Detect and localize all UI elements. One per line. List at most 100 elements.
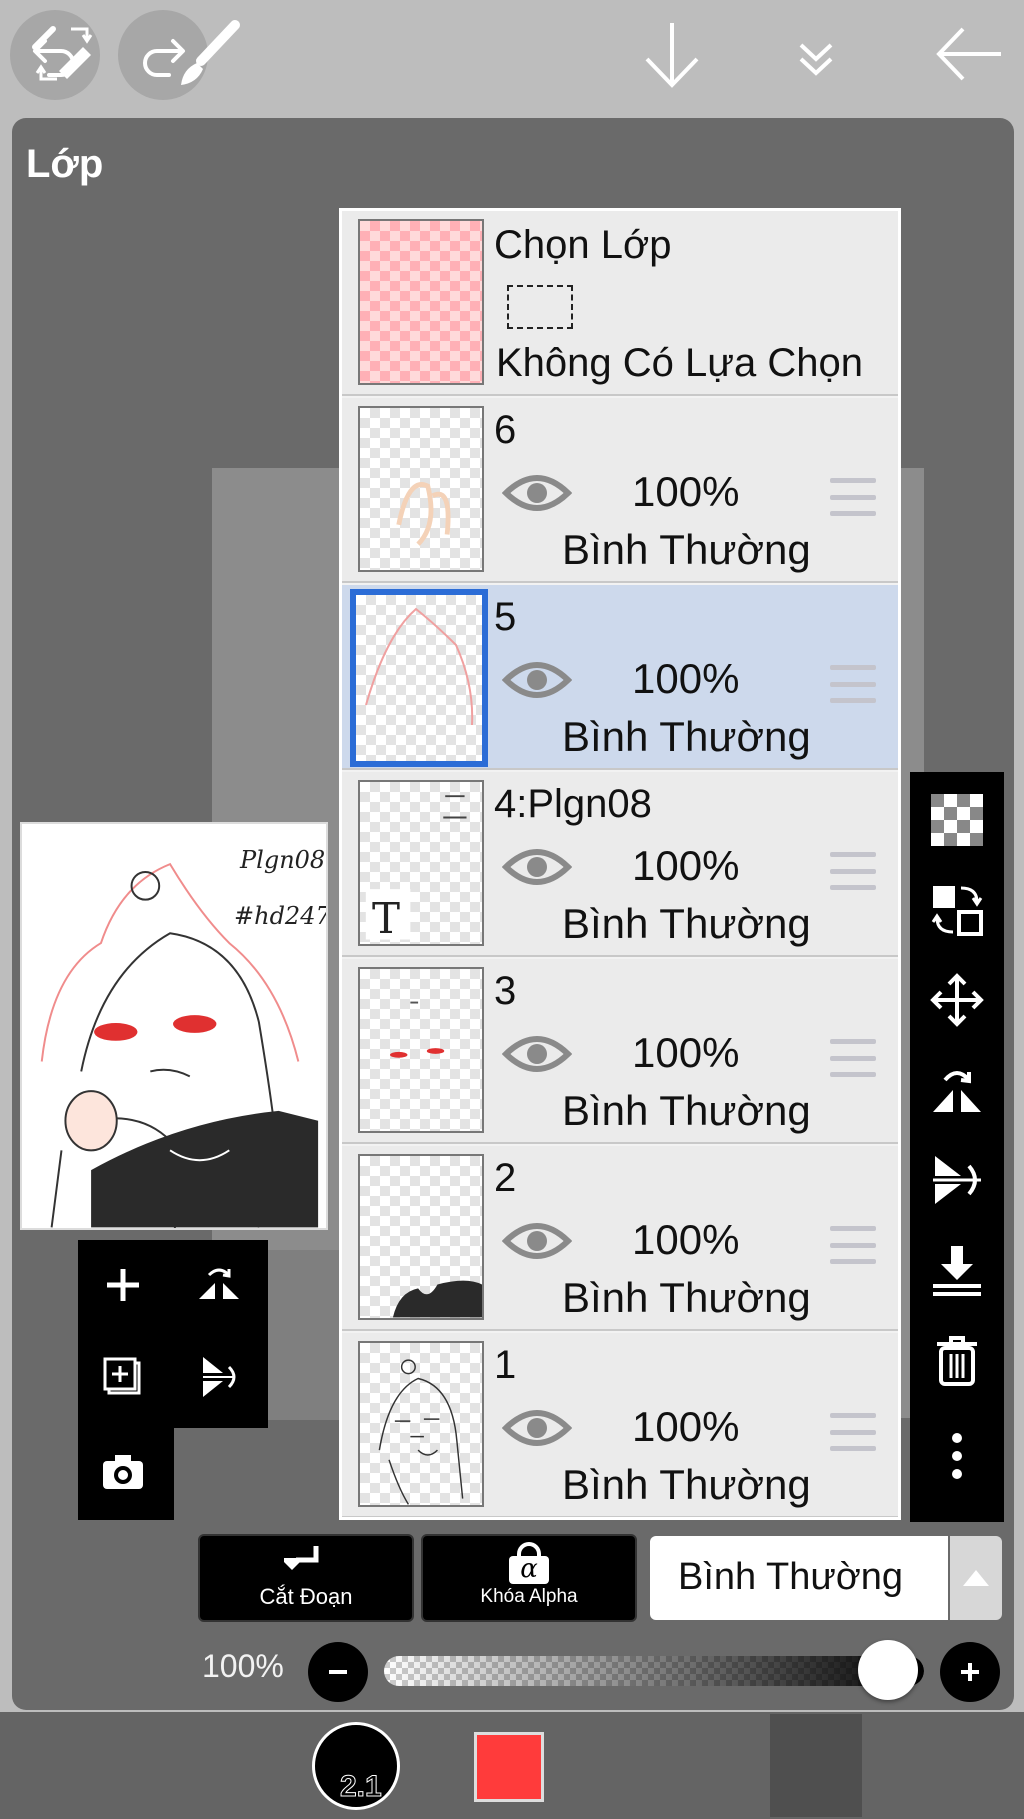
drag-handle-icon[interactable] bbox=[830, 852, 876, 890]
layer-thumbnail bbox=[358, 967, 484, 1133]
signature-hashtag: #hd247 bbox=[234, 902, 328, 930]
text-layer-icon: T bbox=[372, 894, 401, 943]
flip-horizontal-button[interactable] bbox=[174, 1240, 264, 1330]
flip-vertical-button[interactable] bbox=[174, 1332, 264, 1422]
layer-name: 6 bbox=[494, 408, 517, 452]
plus-icon bbox=[107, 1269, 139, 1301]
more-vertical-icon bbox=[952, 1433, 962, 1479]
more-options-button[interactable] bbox=[910, 1412, 1004, 1500]
layer-name: 2 bbox=[494, 1156, 517, 1200]
delete-layer-button[interactable] bbox=[910, 1316, 1004, 1404]
visibility-eye-icon[interactable] bbox=[502, 655, 572, 705]
layer-opacity: 100% bbox=[632, 1029, 740, 1076]
move-button[interactable] bbox=[910, 956, 1004, 1044]
import-photo-button[interactable] bbox=[78, 1428, 168, 1518]
layer-opacity: 100% bbox=[632, 1216, 740, 1263]
visibility-eye-icon[interactable] bbox=[502, 842, 572, 892]
visibility-eye-icon[interactable] bbox=[502, 1216, 572, 1266]
artwork-drawing bbox=[40, 862, 319, 1228]
opacity-slider-fill bbox=[384, 1656, 924, 1686]
visibility-eye-icon[interactable] bbox=[502, 1403, 572, 1453]
opacity-slider-knob[interactable] bbox=[858, 1640, 918, 1700]
layer-blend-mode: Bình Thường bbox=[562, 526, 811, 573]
layer-row-6[interactable]: 6 100% Bình Thường bbox=[342, 398, 898, 583]
layer-blend-mode: Bình Thường bbox=[562, 1461, 811, 1508]
layer-opacity: 100% bbox=[632, 1403, 740, 1450]
drag-handle-icon[interactable] bbox=[830, 1039, 876, 1077]
trash-icon bbox=[937, 1336, 977, 1386]
layer-row-1[interactable]: 1 100% Bình Thường bbox=[342, 1333, 898, 1517]
drag-handle-icon[interactable] bbox=[830, 1226, 876, 1264]
flip-horizontal-layer-button[interactable] bbox=[910, 1046, 1004, 1134]
layer-thumbnail bbox=[358, 406, 484, 572]
flip-horizontal-icon bbox=[199, 1268, 239, 1299]
transparent-background-button[interactable] bbox=[910, 776, 1004, 864]
layer-blend-mode: Bình Thường bbox=[562, 713, 811, 760]
canvas-preview[interactable]: Plgn08 #hd247 bbox=[20, 822, 328, 1230]
visibility-eye-icon[interactable] bbox=[502, 468, 572, 518]
double-chevron-down-icon bbox=[799, 43, 833, 76]
transform-tool-button[interactable] bbox=[14, 0, 114, 107]
opacity-slider-track[interactable] bbox=[384, 1656, 924, 1686]
add-layer-button[interactable] bbox=[78, 1240, 168, 1330]
layer-row-4[interactable]: T 4:Plgn08 100% Bình Thường bbox=[342, 772, 898, 957]
brush-size-value: 2.1 bbox=[340, 1770, 383, 1804]
layer-blend-mode: Bình Thường bbox=[562, 1087, 811, 1134]
alpha-glyph: α bbox=[520, 1554, 538, 1584]
layer-name: 3 bbox=[494, 969, 517, 1013]
layer-opacity: 100% bbox=[632, 655, 740, 702]
plus-icon bbox=[961, 1663, 979, 1681]
layer-name: 4:Plgn08 bbox=[494, 782, 652, 826]
flip-vertical-layer-button[interactable] bbox=[910, 1136, 1004, 1224]
brush-icon bbox=[181, 19, 240, 85]
blend-mode-dropdown-button[interactable] bbox=[950, 1536, 1002, 1620]
layer-name: 1 bbox=[494, 1343, 517, 1387]
brush-eraser-swap-icon bbox=[32, 25, 93, 80]
clipping-button[interactable]: Cắt Đoạn bbox=[198, 1534, 414, 1622]
blend-mode-value: Bình Thường bbox=[678, 1556, 904, 1598]
selection-layer-row[interactable]: Chọn Lớp Không Có Lựa Chọn bbox=[342, 211, 898, 396]
layer-row-2[interactable]: 2 100% Bình Thường bbox=[342, 1146, 898, 1331]
scroll-down-button[interactable] bbox=[622, 0, 722, 107]
signature-text: Plgn08 bbox=[240, 846, 326, 874]
left-toolbar bbox=[78, 1240, 268, 1520]
drag-handle-icon[interactable] bbox=[830, 1413, 876, 1451]
layer-opacity: 100% bbox=[632, 468, 740, 515]
layer-blend-mode: Bình Thường bbox=[562, 1274, 811, 1321]
layer-thumbnail bbox=[350, 589, 488, 767]
selection-marquee-icon bbox=[507, 285, 573, 329]
layer-thumbnail bbox=[358, 1341, 484, 1507]
merge-down-button[interactable] bbox=[910, 1226, 1004, 1314]
add-fill-layer-button[interactable] bbox=[78, 1332, 168, 1422]
visibility-eye-icon[interactable] bbox=[502, 1029, 572, 1079]
layer-row-3[interactable]: 3 100% Bình Thường bbox=[342, 959, 898, 1144]
brush-tool-button[interactable] bbox=[160, 0, 260, 107]
arrow-left-icon bbox=[936, 27, 1001, 80]
back-button[interactable] bbox=[920, 0, 1020, 107]
opacity-label: 100% bbox=[202, 1648, 284, 1684]
layer-row-5[interactable]: 5 100% Bình Thường bbox=[342, 585, 898, 770]
opacity-increase-button[interactable] bbox=[940, 1642, 1000, 1702]
camera-icon bbox=[103, 1455, 143, 1489]
layer-panel-toggle-button[interactable] bbox=[770, 0, 862, 107]
color-swatch-button[interactable] bbox=[474, 1732, 544, 1802]
arrow-down-icon bbox=[645, 22, 699, 88]
swap-layers-icon bbox=[931, 886, 983, 936]
triangle-up-icon bbox=[963, 1570, 989, 1586]
drag-handle-icon[interactable] bbox=[830, 478, 876, 516]
lock-icon: α bbox=[507, 1542, 551, 1584]
panel-title: Lớp bbox=[26, 142, 104, 186]
clipping-arrow-icon bbox=[284, 1546, 319, 1570]
blend-mode-select[interactable]: Bình Thường bbox=[650, 1536, 948, 1620]
drag-handle-icon[interactable] bbox=[830, 665, 876, 703]
swap-layer-button[interactable] bbox=[910, 866, 1004, 954]
flip-vertical-icon bbox=[933, 1156, 981, 1204]
flip-vertical-icon bbox=[203, 1357, 236, 1397]
layer-opacity: 100% bbox=[632, 842, 740, 889]
opacity-decrease-button[interactable] bbox=[308, 1642, 368, 1702]
layer-list: Chọn Lớp Không Có Lựa Chọn 6 100% Bình T… bbox=[339, 208, 901, 1520]
move-arrows-icon bbox=[930, 973, 984, 1027]
layer-thumbnail bbox=[358, 1154, 484, 1320]
selection-layer-thumbnail bbox=[358, 219, 484, 385]
alpha-lock-button[interactable]: α Khóa Alpha bbox=[421, 1534, 637, 1622]
